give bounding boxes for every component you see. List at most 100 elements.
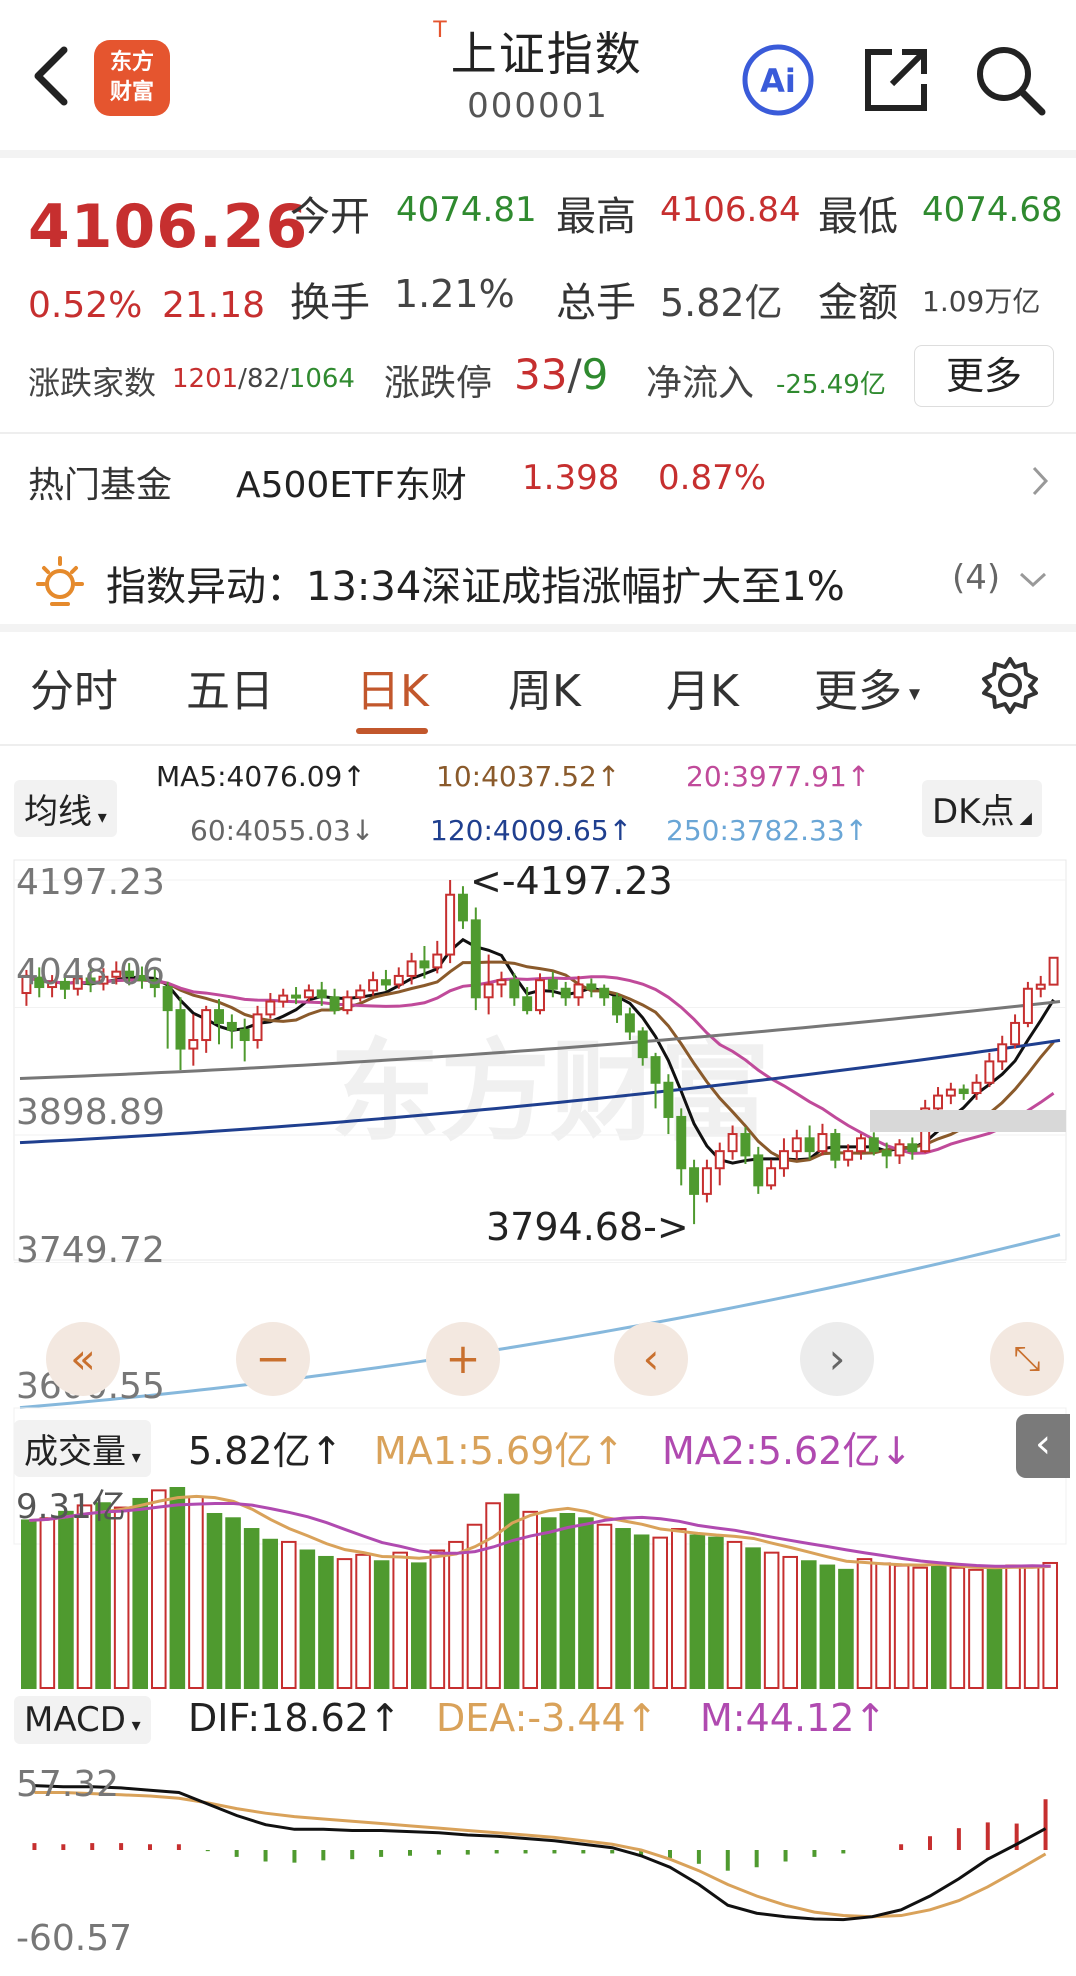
volume-bar xyxy=(411,1562,427,1689)
macd-axis-top: 57.32 xyxy=(16,1764,119,1805)
alert-count: (4) xyxy=(952,558,1001,598)
volume-bar xyxy=(206,1512,223,1689)
back-icon[interactable] xyxy=(24,40,84,112)
tab-five-day[interactable]: 五日 xyxy=(186,655,274,719)
search-icon[interactable] xyxy=(972,42,1048,118)
volume-bar xyxy=(745,1547,761,1689)
candle-body xyxy=(650,1056,661,1084)
candle-body xyxy=(201,1009,212,1042)
volume-bar xyxy=(243,1528,260,1689)
hot-fund-row[interactable]: 热门基金 A500ETF东财 1.398 0.87% xyxy=(0,440,1076,520)
fund-pct: 0.87% xyxy=(658,458,767,498)
volume-bar xyxy=(689,1534,706,1689)
volume-bar xyxy=(225,1517,241,1690)
volume-bar xyxy=(113,1506,130,1690)
volume-bar xyxy=(336,1558,353,1689)
candle-body xyxy=(984,1060,995,1084)
candle-body xyxy=(496,979,507,986)
zoom-out-icon[interactable]: − xyxy=(236,1322,310,1396)
volume-bar xyxy=(58,1510,74,1690)
macd-dif: DIF:18.62↑ xyxy=(188,1696,401,1740)
tab-intraday[interactable]: 分时 xyxy=(30,655,118,719)
ma20-value: 20:3977.91↑ xyxy=(686,760,871,793)
candle-body xyxy=(843,1150,854,1161)
candle-body xyxy=(945,1088,956,1097)
volume-bar xyxy=(652,1536,669,1690)
scroll-right-icon[interactable]: › xyxy=(800,1322,874,1396)
volume-bar xyxy=(429,1549,446,1689)
tab-more[interactable]: 更多 ▾ xyxy=(814,655,920,719)
volume-bar xyxy=(39,1517,56,1690)
candle-body xyxy=(457,893,468,922)
alert-text: 指数异动：13:34深证成指涨幅扩大至1% xyxy=(106,564,845,610)
candle-body xyxy=(624,1013,635,1033)
ma-selector[interactable]: 均线 ▾ xyxy=(14,780,117,837)
candle-body xyxy=(933,1094,944,1110)
divider xyxy=(0,150,1076,158)
volume-selector[interactable]: 成交量 ▾ xyxy=(14,1420,151,1477)
zoom-in-icon[interactable]: + xyxy=(426,1322,500,1396)
candle-body xyxy=(445,893,456,956)
candle-body xyxy=(1022,987,1033,1024)
macd-selector[interactable]: MACD ▾ xyxy=(14,1696,151,1744)
share-icon[interactable] xyxy=(858,42,934,118)
ai-assistant-icon[interactable]: Ai xyxy=(738,42,818,118)
more-button[interactable]: 更多 xyxy=(914,345,1054,407)
collapse-panel-icon[interactable]: ‹ xyxy=(1016,1414,1070,1478)
candle-body xyxy=(214,1009,224,1024)
axis-label-4: 3749.72 xyxy=(16,1230,165,1271)
current-price: 4106.26 xyxy=(28,192,309,262)
volume-bar xyxy=(373,1560,390,1690)
title-block: T上证指数 000001 xyxy=(330,18,746,126)
limit-label: 涨跌停 xyxy=(384,363,493,404)
volume-bar xyxy=(856,1558,873,1689)
volume-bar xyxy=(986,1566,1003,1689)
fullscreen-icon[interactable]: ⤡ xyxy=(990,1322,1064,1396)
high-label: 最高 xyxy=(556,194,636,240)
volume-bar xyxy=(819,1564,836,1690)
candle-body xyxy=(560,987,571,999)
volume-bar xyxy=(968,1568,984,1689)
macd-axis-bottom: -60.57 xyxy=(16,1918,132,1959)
volume-bar xyxy=(392,1551,408,1690)
volume-bar xyxy=(355,1553,371,1689)
axis-label-3: 3898.89 xyxy=(16,1092,165,1133)
change-percent: 0.52% xyxy=(28,285,143,326)
tab-monthly-k[interactable]: 月K xyxy=(666,655,739,719)
candle-body xyxy=(753,1154,764,1187)
app-logo: 东方 财富 xyxy=(94,40,170,116)
index-alert-row[interactable]: 指数异动：13:34深证成指涨幅扩大至1% (4) xyxy=(0,540,1076,620)
volume-bar xyxy=(132,1497,149,1689)
kline-chart[interactable]: 东方财富 4197.23 4048.06 3898.89 3749.72 360… xyxy=(0,850,1076,1976)
scroll-left-icon[interactable]: ‹ xyxy=(614,1322,688,1396)
inflow-value: -25.49亿 xyxy=(776,370,886,400)
dk-point-button[interactable]: DK点 ◢ xyxy=(922,780,1042,837)
volume-bar xyxy=(893,1564,910,1690)
candle-body xyxy=(997,1043,1008,1063)
volume-bar xyxy=(949,1566,966,1689)
tab-weekly-k[interactable]: 周K xyxy=(508,655,581,719)
scroll-left-fast-icon[interactable]: « xyxy=(46,1322,120,1396)
low-annotation: 3794.68-> xyxy=(486,1205,689,1249)
volume-bar xyxy=(169,1487,186,1689)
candle-body xyxy=(291,994,302,999)
axis-label-2: 4048.06 xyxy=(16,952,165,993)
candle-body xyxy=(714,1150,725,1170)
macd-m: M:44.12↑ xyxy=(700,1696,887,1740)
volume-bar xyxy=(763,1551,780,1690)
chevron-down-icon[interactable] xyxy=(1018,570,1048,590)
tab-daily-k[interactable]: 日K xyxy=(356,655,429,719)
volume-bar xyxy=(95,1502,111,1690)
volume-bar xyxy=(931,1564,947,1690)
chevron-right-icon xyxy=(1032,466,1049,496)
candle-body xyxy=(278,994,289,1003)
candle-body xyxy=(573,983,584,999)
candle-body xyxy=(419,960,430,969)
gear-icon[interactable] xyxy=(980,655,1040,715)
lightbulb-icon xyxy=(36,556,84,606)
candle-body xyxy=(907,1143,918,1153)
ma10-value: 10:4037.52↑ xyxy=(436,760,621,793)
fund-name[interactable]: A500ETF东财 xyxy=(236,456,467,508)
volume-axis-top: 9.31亿 xyxy=(16,1487,126,1527)
volume-bar xyxy=(262,1538,278,1689)
